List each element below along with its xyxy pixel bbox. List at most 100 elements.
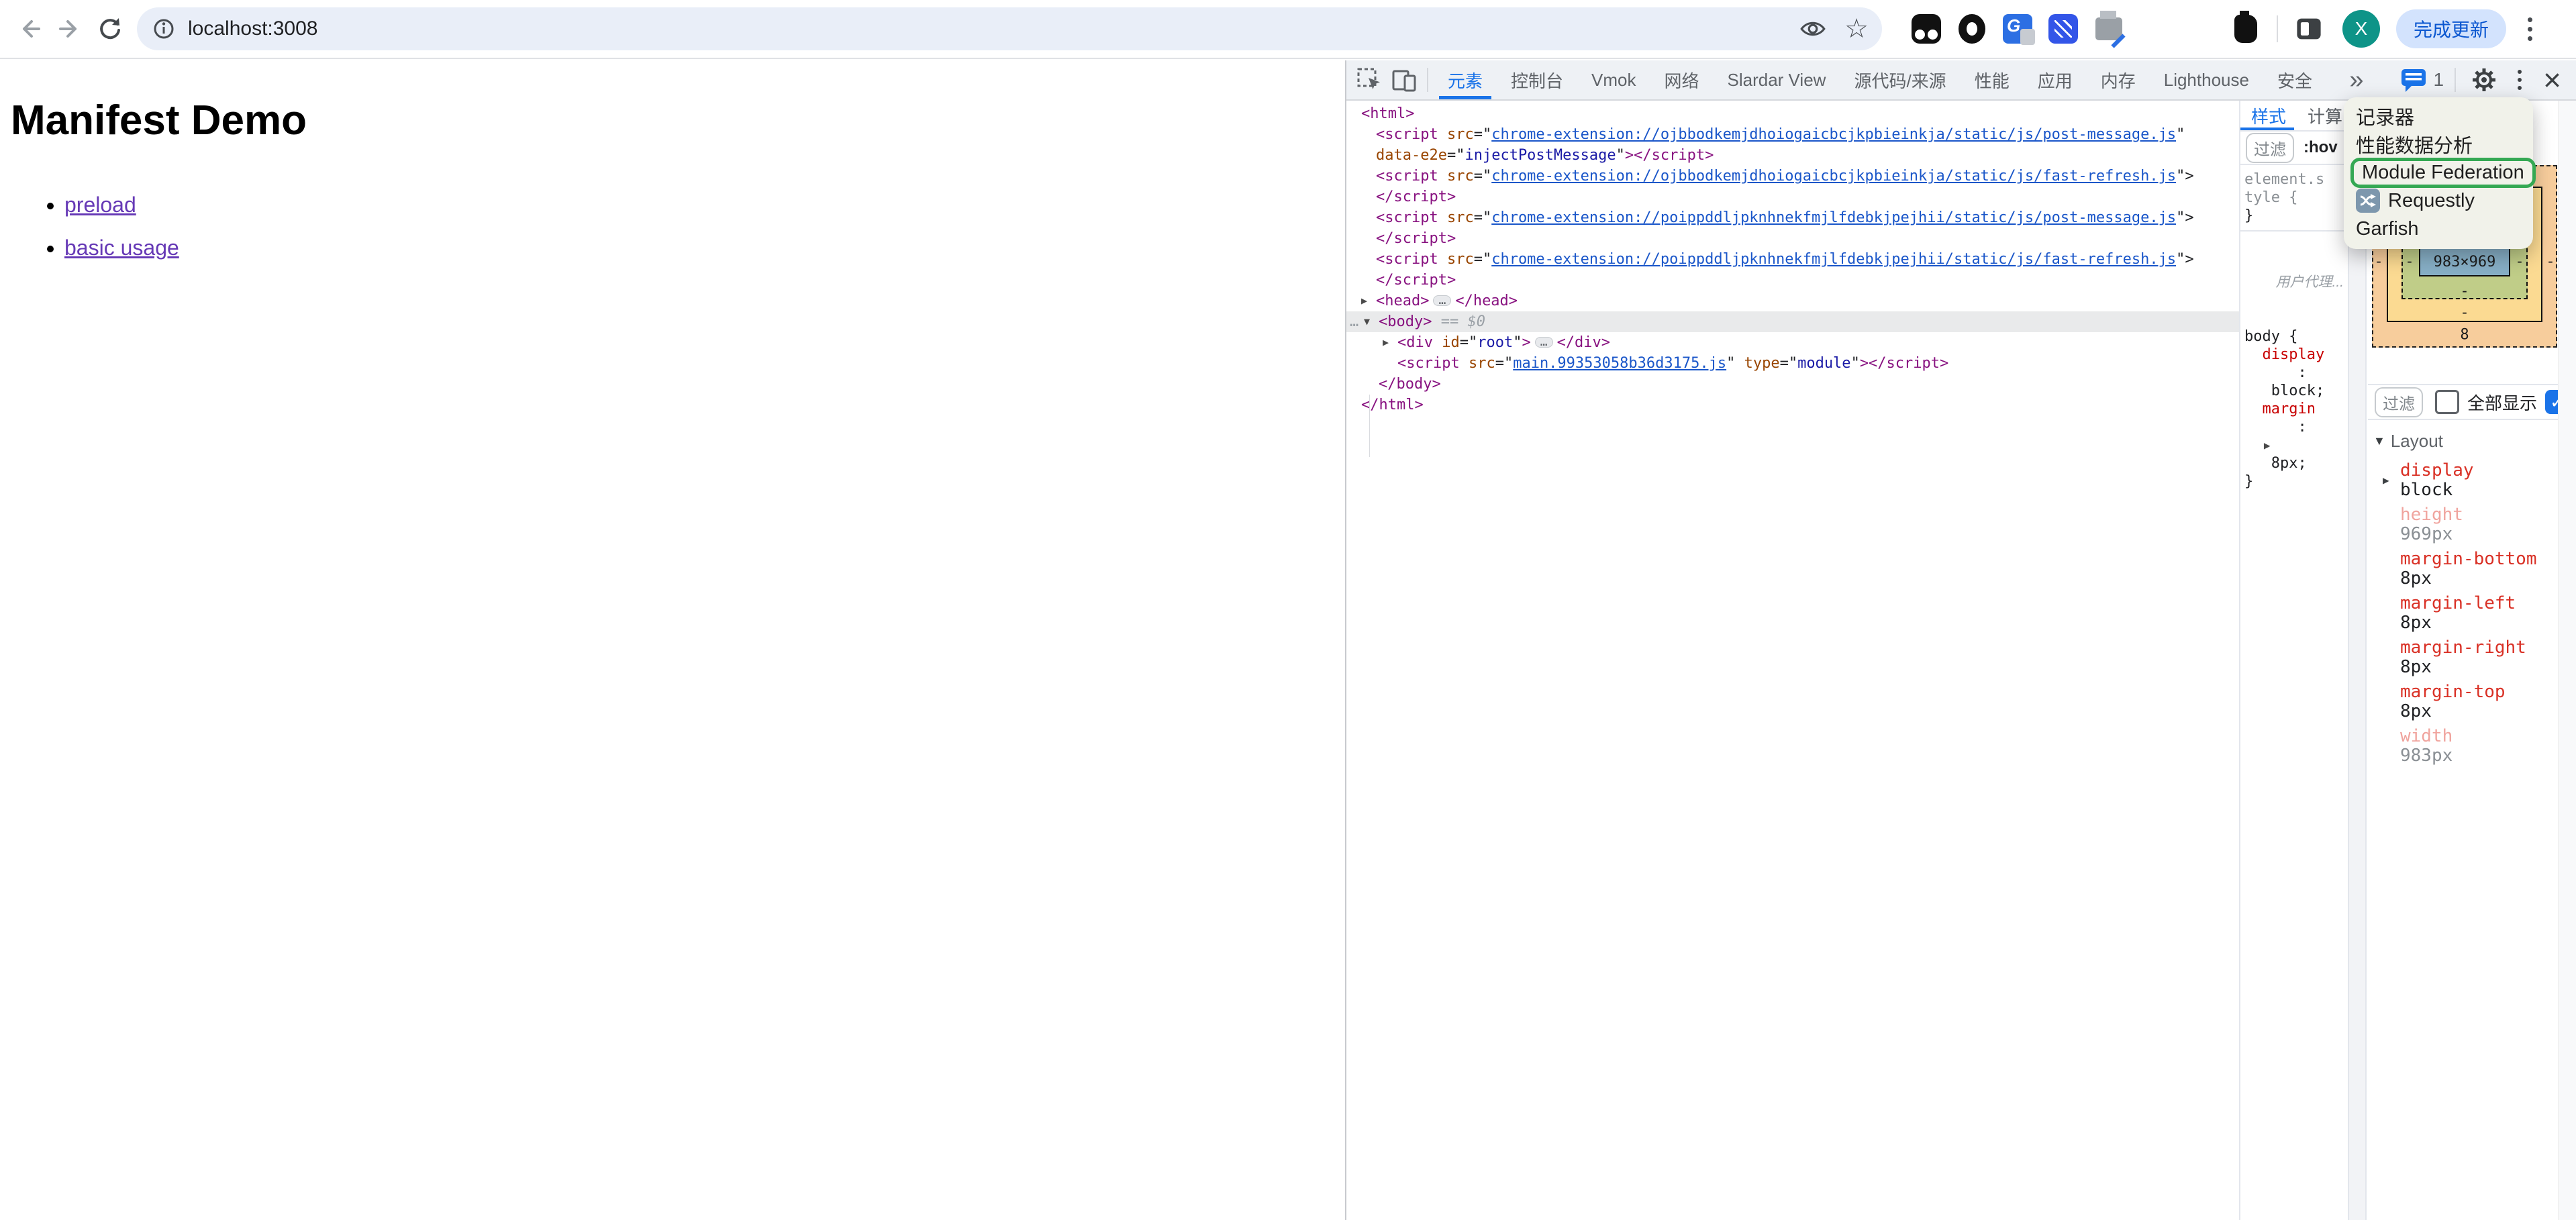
menu-item-requestly[interactable]: Requestly (2344, 187, 2533, 215)
devtools-tab-Vmok[interactable]: Vmok (1577, 60, 1650, 99)
user-agent-rule[interactable]: 用户代理... body { display : block; margin :… (2240, 232, 2348, 496)
code-token: src (1438, 251, 1474, 268)
computed-property[interactable]: margin-bottom8px (2373, 550, 2571, 589)
computed-property[interactable]: ▶displayblock (2373, 461, 2571, 500)
expand-arrow-open[interactable]: ▼ (1364, 311, 1370, 332)
profile-avatar[interactable]: X (2342, 10, 2380, 48)
print-annotate-icon[interactable] (2091, 11, 2126, 46)
devtools-tab-Slardar View[interactable]: Slardar View (1714, 60, 1840, 99)
dom-tree-node[interactable]: <script src="main.99353058b36d3175.js" t… (1346, 353, 2239, 374)
devtools-tab-Lighthouse[interactable]: Lighthouse (2150, 60, 2263, 99)
reload-icon[interactable] (90, 9, 130, 49)
computed-filter-input[interactable]: 过滤 (2375, 387, 2423, 417)
dom-tree-node[interactable]: ▶<div id="root">…</div> (1346, 332, 2239, 353)
dom-tree-node[interactable]: <script src="chrome-extension://poippddl… (1346, 249, 2239, 270)
dom-tree-node[interactable]: <html> (1346, 103, 2239, 124)
devtools-menu-icon[interactable] (2514, 66, 2526, 94)
dom-tree-node[interactable]: <script src="chrome-extension://ojbbodke… (1346, 166, 2239, 187)
flask-icon[interactable] (2228, 11, 2263, 46)
collapsed-children-icon[interactable]: … (1433, 295, 1451, 306)
sidebar-split-handle[interactable] (2348, 101, 2367, 1220)
menu-item-记录器[interactable]: 记录器 (2344, 102, 2533, 130)
url-text[interactable]: localhost:3008 (188, 17, 1799, 40)
show-all-label: 全部显示 (2467, 390, 2537, 415)
dom-tree-node[interactable]: …▼<body> == $0 (1346, 311, 2239, 332)
menu-item-garfish[interactable]: Garfish (2344, 215, 2533, 243)
devtools-tab-控制台[interactable]: 控制台 (1497, 60, 1577, 99)
devtools-tab-源代码/来源[interactable]: 源代码/来源 (1840, 60, 1960, 99)
dom-tree-node[interactable]: ▶<head>…</head> (1346, 291, 2239, 311)
settings-gear-icon[interactable] (2467, 61, 2501, 99)
pseudo-state-button[interactable]: :hov (2303, 138, 2338, 157)
forward-icon[interactable] (50, 9, 90, 49)
computed-property[interactable]: margin-top8px (2373, 682, 2571, 721)
expand-arrow-closed[interactable]: ▶ (1361, 291, 1367, 311)
devtools-tab-内存[interactable]: 内存 (2087, 60, 2150, 99)
dom-tree-node[interactable]: <script src="chrome-extension://ojbbodke… (1346, 124, 2239, 145)
box-model-value[interactable]: - (2546, 254, 2555, 270)
expand-arrow-closed[interactable]: ▶ (2383, 470, 2389, 490)
dom-tree-node[interactable]: </script> (1346, 270, 2239, 291)
side-panel-icon[interactable] (2291, 11, 2326, 46)
more-tools-dropdown: 记录器性能数据分析Module FederationRequestlyGarfi… (2344, 97, 2533, 249)
requestly-extension-icon[interactable] (2137, 11, 2172, 46)
computed-property[interactable]: margin-left8px (2373, 594, 2571, 633)
code-token: "> (2176, 168, 2194, 185)
page-link[interactable]: basic usage (64, 236, 179, 260)
box-model-value[interactable]: - (2515, 254, 2524, 270)
devtools-toolbar: 元素控制台Vmok网络Slardar View源代码/来源性能应用内存Light… (1346, 60, 2576, 101)
dom-tree-node[interactable]: <script src="chrome-extension://poippddl… (1346, 207, 2239, 228)
more-tabs-icon[interactable]: » (2340, 66, 2373, 95)
dom-tree-node[interactable]: </script> (1346, 187, 2239, 207)
extension-ring-icon[interactable] (1954, 11, 1989, 46)
site-info-icon[interactable] (150, 15, 177, 42)
computed-property-value: 983px (2400, 746, 2571, 766)
menu-item-module-federation[interactable]: Module Federation (2344, 158, 2533, 187)
address-bar[interactable]: localhost:3008 ☆ (137, 7, 1882, 50)
styles-sidebar-tab-计算[interactable]: 计算 (2297, 101, 2348, 130)
computed-property[interactable]: width983px (2373, 727, 2571, 766)
dom-tree-node[interactable]: </script> (1346, 228, 2239, 249)
box-model-value[interactable]: - (2405, 254, 2414, 270)
translate-icon[interactable] (2000, 11, 2035, 46)
box-model-padding-bottom[interactable]: - (2460, 283, 2469, 300)
box-model-border-bottom[interactable]: - (2460, 305, 2469, 321)
command-icon[interactable] (2183, 11, 2218, 46)
browser-menu-icon[interactable] (2524, 13, 2536, 45)
update-chrome-button[interactable]: 完成更新 (2396, 9, 2506, 48)
bookmark-star-icon[interactable]: ☆ (1844, 15, 1869, 42)
element-style-rule[interactable]: element.style {} (2240, 165, 2348, 232)
show-all-checkbox[interactable] (2435, 390, 2459, 414)
menu-item-性能数据分析[interactable]: 性能数据分析 (2344, 130, 2533, 158)
devtools-tab-网络[interactable]: 网络 (1650, 60, 1714, 99)
styles-sidebar-tab-样式[interactable]: 样式 (2240, 101, 2297, 130)
devtools-tab-安全[interactable]: 安全 (2263, 60, 2326, 99)
box-model-value[interactable]: - (2374, 254, 2383, 270)
box-model-margin-bottom[interactable]: 8 (2460, 327, 2469, 344)
expand-arrow-closed[interactable]: ▶ (1383, 332, 1389, 353)
devtools-close-icon[interactable]: × (2538, 66, 2567, 93)
collapsed-children-icon[interactable]: … (1535, 337, 1553, 348)
devtools-tab-性能[interactable]: 性能 (1961, 60, 2024, 99)
extension-dots-icon[interactable] (1909, 11, 1944, 46)
computed-property[interactable]: margin-right8px (2373, 638, 2571, 677)
code-token: " (1851, 355, 1860, 372)
page-link[interactable]: preload (64, 193, 136, 217)
issues-button[interactable]: 1 (2400, 66, 2444, 93)
dom-tree-node[interactable]: data-e2e="injectPostMessage"></script> (1346, 145, 2239, 166)
device-toolbar-icon[interactable] (1387, 61, 1422, 99)
box-model-content[interactable]: 983×969 (2419, 247, 2510, 276)
styles-filter-input[interactable]: 过滤 (2246, 133, 2294, 163)
devtools-tab-元素[interactable]: 元素 (1434, 60, 1497, 99)
style-rule-line: 8px; (2244, 454, 2344, 472)
inspect-element-icon[interactable] (1352, 61, 1387, 99)
toolbar-divider (2277, 15, 2278, 42)
computed-property[interactable]: height969px (2373, 505, 2571, 544)
back-icon[interactable] (9, 9, 50, 49)
dom-tree-node[interactable]: </html> (1346, 395, 2239, 415)
devtools-tab-应用[interactable]: 应用 (2024, 60, 2087, 99)
extension-stripes-icon[interactable] (2046, 11, 2081, 46)
layout-group-header[interactable]: ▼ Layout (2373, 431, 2571, 452)
reading-mode-icon[interactable] (1799, 15, 1827, 43)
dom-tree-node[interactable]: </body> (1346, 374, 2239, 395)
